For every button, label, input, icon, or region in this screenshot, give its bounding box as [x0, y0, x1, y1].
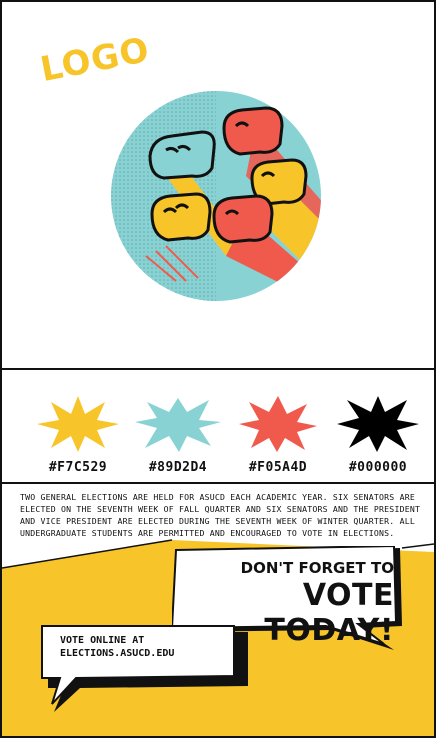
swatch-blue: #89D2D4 [130, 394, 226, 475]
burst-black-shape [337, 396, 419, 452]
burst-blue-shape [135, 398, 221, 452]
swatch-blue-label: #89D2D4 [148, 460, 208, 475]
burst-red-shape [239, 396, 317, 452]
swatch-yellow: #F7C529 [30, 394, 126, 475]
swatch-black: #000000 [330, 394, 426, 475]
swatch-black-label: #000000 [348, 460, 408, 475]
burst-black [337, 396, 419, 452]
swatch-red-label: #F05A4D [248, 460, 308, 475]
style-guide-board: LOGO #F7C529 #89D2D4 #F05A4D #000000 TWO… [0, 0, 436, 738]
raised-fists-illustration [111, 91, 321, 301]
burst-yellow [37, 396, 119, 452]
swatch-red: #F05A4D [230, 394, 326, 475]
vote-online-line2: ELECTIONS.ASUCD.EDU [60, 648, 175, 659]
color-palette: #F7C529 #89D2D4 #F05A4D #000000 [2, 372, 434, 484]
headline-small: DON'T FORGET TO [240, 559, 394, 577]
fist-blue [148, 130, 216, 180]
fist-red-top [222, 106, 284, 156]
logo-panel: LOGO [2, 2, 434, 370]
fist-yellow-left [150, 192, 212, 242]
vote-online-text: VOTE ONLINE AT ELECTIONS.ASUCD.EDU [60, 634, 230, 660]
fist-red-bottom [212, 194, 274, 244]
logo-text: LOGO [37, 29, 153, 91]
burst-yellow-shape [37, 396, 119, 452]
vote-online-line1: VOTE ONLINE AT [60, 635, 145, 646]
burst-red [239, 396, 317, 452]
burst-blue [135, 398, 221, 452]
swatch-yellow-label: #F7C529 [48, 460, 108, 475]
